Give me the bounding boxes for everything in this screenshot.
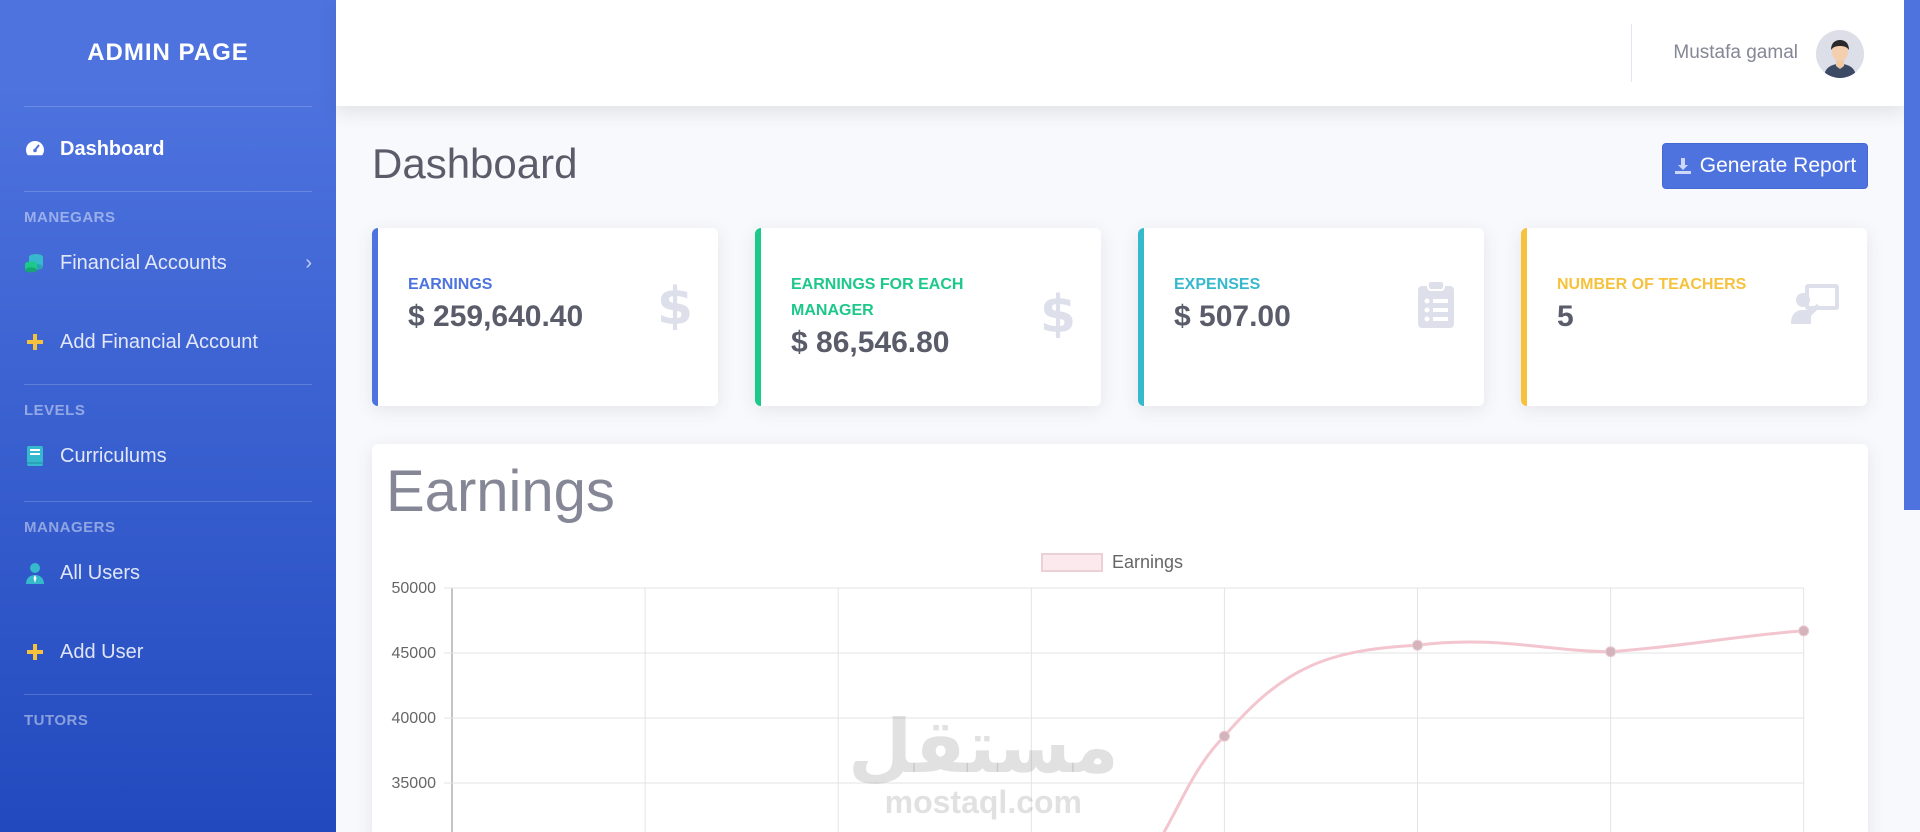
legend-label: Earnings bbox=[1112, 552, 1183, 572]
teachers-card: NUMBER OF TEACHERS 5 bbox=[1521, 228, 1867, 406]
watermark: مستقل mostaql.com bbox=[848, 710, 1119, 821]
page-title: Dashboard bbox=[372, 140, 578, 187]
expenses-card: EXPENSES $ 507.00 bbox=[1138, 228, 1484, 406]
generate-report-label: Generate Report bbox=[1699, 154, 1857, 177]
watermark-arabic: مستقل bbox=[848, 704, 1119, 790]
card-value: 5 bbox=[1557, 300, 1574, 333]
svg-text:$: $ bbox=[1043, 288, 1073, 338]
avatar[interactable] bbox=[1816, 30, 1864, 78]
sidebar-heading-levels: LEVELS bbox=[24, 402, 86, 419]
sidebar-heading-manegars: MANEGARS bbox=[24, 209, 116, 226]
data-point bbox=[1798, 625, 1810, 637]
dollar-icon: $ bbox=[657, 277, 693, 337]
svg-text:$: $ bbox=[660, 280, 690, 330]
sidebar-item-add-user[interactable]: Add User bbox=[0, 610, 336, 694]
sidebar-brand[interactable]: ADMIN PAGE bbox=[0, 0, 336, 106]
topbar-divider bbox=[1631, 24, 1632, 82]
earnings-card: EARNINGS $ 259,640.40 $ bbox=[372, 228, 718, 406]
series-line-earnings bbox=[1162, 629, 1804, 832]
watermark-latin: mostaql.com bbox=[884, 784, 1082, 820]
scroll-indicator bbox=[1904, 0, 1920, 510]
sidebar-item-label: Financial Accounts bbox=[60, 251, 227, 274]
sidebar-item-label: All Users bbox=[60, 561, 141, 584]
sidebar-item-dashboard[interactable]: Dashboard bbox=[0, 107, 336, 191]
plus-icon bbox=[24, 641, 46, 663]
sidebar-item-label: Add Financial Account bbox=[60, 330, 258, 353]
sidebar-item-label: Dashboard bbox=[60, 137, 165, 160]
user-name[interactable]: Mustafa gamal bbox=[1673, 42, 1798, 64]
sidebar-item-all-users[interactable]: All Users bbox=[0, 536, 336, 610]
data-point bbox=[1605, 646, 1617, 658]
card-value: $ 507.00 bbox=[1174, 300, 1291, 333]
chalkboard-teacher-icon bbox=[1791, 282, 1841, 329]
card-value: $ 86,546.80 bbox=[791, 326, 950, 359]
card-value: $ 259,640.40 bbox=[408, 300, 584, 333]
earnings-chart-card: Earnings 50000 45000 40000 35000 Earnings bbox=[372, 444, 1868, 832]
data-point bbox=[1218, 730, 1230, 742]
card-label: EARNINGS FOR EACH MANAGER bbox=[791, 276, 964, 319]
sidebar: ADMIN PAGE Dashboard MANEGARS Financial … bbox=[0, 0, 336, 832]
sidebar-item-financial-accounts[interactable]: Financial Accounts › bbox=[0, 226, 336, 300]
sidebar-item-label: Add User bbox=[60, 640, 144, 663]
earnings-chart: 50000 45000 40000 35000 Earnings bbox=[392, 552, 1810, 832]
card-label: EARNINGS bbox=[408, 276, 493, 293]
download-icon bbox=[1674, 158, 1691, 174]
y-tick-label: 35000 bbox=[392, 775, 437, 792]
data-point bbox=[1412, 639, 1423, 651]
y-tick-label: 45000 bbox=[392, 645, 437, 662]
sidebar-item-add-financial-account[interactable]: Add Financial Account bbox=[0, 300, 336, 384]
chevron-right-icon: › bbox=[305, 251, 312, 274]
clipboard-list-icon bbox=[1416, 280, 1456, 333]
plus-icon bbox=[24, 331, 46, 353]
legend-swatch bbox=[1041, 553, 1103, 572]
y-tick-label: 40000 bbox=[392, 710, 437, 727]
sidebar-heading-tutors: TUTORS bbox=[24, 712, 89, 729]
card-label: EXPENSES bbox=[1174, 276, 1261, 293]
card-label: NUMBER OF TEACHERS bbox=[1557, 276, 1747, 293]
earnings-per-manager-card: EARNINGS FOR EACH MANAGER $ 86,546.80 $ bbox=[755, 228, 1101, 406]
book-icon bbox=[24, 445, 46, 467]
user-tie-icon bbox=[24, 562, 46, 584]
topbar: Mustafa gamal bbox=[336, 0, 1904, 106]
generate-report-button[interactable]: Generate Report bbox=[1662, 143, 1868, 189]
coins-icon bbox=[24, 252, 46, 274]
tachometer-icon bbox=[24, 138, 46, 160]
dollar-icon: $ bbox=[1040, 285, 1076, 345]
sidebar-item-curriculums[interactable]: Curriculums bbox=[0, 419, 336, 493]
sidebar-item-label: Curriculums bbox=[60, 444, 167, 467]
sidebar-heading-managers: MANAGERS bbox=[24, 519, 116, 536]
y-tick-label: 50000 bbox=[392, 580, 437, 597]
